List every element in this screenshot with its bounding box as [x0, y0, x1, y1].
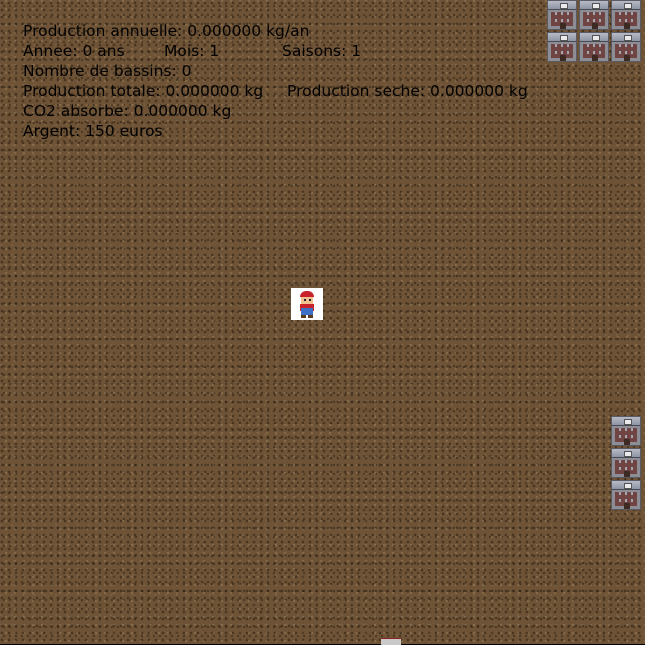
production-seche-text: Production seche: 0.000000 kg [287, 82, 528, 100]
annee-text: Annee: 0 ans [23, 42, 125, 60]
building-icon[interactable] [579, 0, 609, 30]
saisons-text: Saisons: 1 [282, 42, 362, 60]
hud-stats: Production annuelle: 0.000000 kg/an Anne… [23, 21, 528, 141]
co2-text: CO2 absorbe: 0.000000 kg [23, 102, 232, 120]
building-icon[interactable] [579, 32, 609, 62]
hud-line-bassins: Nombre de bassins: 0 [23, 61, 528, 81]
mois-text: Mois: 1 [164, 42, 220, 60]
building-icon[interactable] [611, 480, 641, 510]
hud-line-co2: CO2 absorbe: 0.000000 kg [23, 101, 528, 121]
argent-text: Argent: 150 euros [23, 122, 163, 140]
building-icon[interactable] [611, 32, 641, 62]
hud-line-argent: Argent: 150 euros [23, 121, 528, 141]
production-annuelle-text: Production annuelle: 0.000000 kg/an [23, 22, 310, 40]
building-icon[interactable] [611, 416, 641, 446]
hud-line-production: Production totale: 0.000000 kg Production… [23, 81, 528, 101]
building-icon[interactable] [547, 0, 577, 30]
hud-line-production-annuelle: Production annuelle: 0.000000 kg/an [23, 21, 528, 41]
player-character[interactable] [291, 288, 323, 320]
hud-line-time: Annee: 0 ans Mois: 1 Saisons: 1 [23, 41, 528, 61]
building-icon[interactable] [611, 448, 641, 478]
nombre-bassins-text: Nombre de bassins: 0 [23, 62, 192, 80]
production-totale-text: Production totale: 0.000000 kg [23, 82, 264, 100]
building-icon[interactable] [611, 0, 641, 30]
building-icon[interactable] [547, 32, 577, 62]
